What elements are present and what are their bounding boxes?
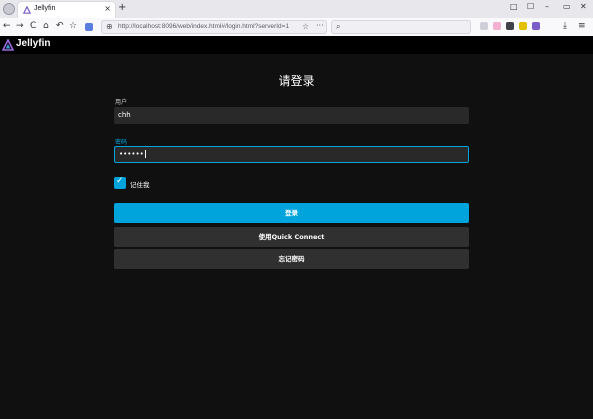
extension-icon[interactable] (85, 23, 93, 31)
extension-2-icon[interactable] (493, 22, 501, 30)
tab-strip: Jellyfin × + □ ☐ – ▭ ✕ (0, 0, 593, 18)
close-window-button[interactable]: ✕ (580, 2, 587, 11)
back-button[interactable]: ← (3, 21, 11, 31)
jellyfin-app: Jellyfin 请登录 用户 chh 密码 •••••• ✓ 记住我 登录 使… (0, 36, 593, 419)
extension-5-icon[interactable] (532, 22, 540, 30)
password-input[interactable]: •••••• (114, 146, 469, 163)
window-ctrl-sidebar-icon[interactable]: ☐ (527, 2, 534, 11)
new-tab-button[interactable]: + (118, 3, 126, 13)
extension-1-icon[interactable] (480, 22, 488, 30)
home-button[interactable]: ⌂ (43, 21, 49, 31)
navigation-bar: ← → C ⌂ ↶ ☆ ⊕ http://localhost:8096/web/… (0, 18, 593, 36)
jellyfin-favicon-icon (23, 6, 31, 14)
extension-4-icon[interactable] (519, 22, 527, 30)
downloads-icon[interactable]: ⤓ (563, 21, 567, 31)
text-caret (144, 150, 146, 158)
tab-jellyfin[interactable]: Jellyfin × (18, 2, 115, 18)
minimize-button[interactable]: – (545, 2, 549, 11)
password-value: •••••• (119, 150, 144, 158)
remember-me-label[interactable]: 记住我 (130, 179, 150, 189)
maximize-button[interactable]: ▭ (563, 2, 571, 11)
sign-in-button[interactable]: 登录 (114, 203, 469, 223)
tab-title: Jellyfin (34, 5, 56, 12)
browser-chrome: Jellyfin × + □ ☐ – ▭ ✕ ← → C ⌂ ↶ ☆ ⊕ htt… (0, 0, 593, 36)
bookmark-star-icon[interactable]: ☆ (302, 22, 309, 31)
search-bar[interactable]: ⌕ (331, 20, 471, 34)
url-text: http://localhost:8096/web/index.html#/lo… (118, 23, 290, 30)
undo-close-icon[interactable]: ↶ (56, 21, 64, 31)
browser-menu-icon[interactable] (3, 3, 15, 15)
remember-me-checkbox[interactable]: ✓ (114, 176, 126, 189)
app-header: Jellyfin (0, 36, 593, 54)
extension-3-icon[interactable] (506, 22, 514, 30)
username-value: chh (118, 111, 131, 119)
quick-connect-button[interactable]: 使用Quick Connect (114, 227, 469, 247)
brand-name: Jellyfin (16, 38, 51, 49)
site-info-icon[interactable]: ⊕ (106, 22, 113, 31)
window-ctrl-pip-icon[interactable]: □ (510, 2, 518, 11)
reload-button[interactable]: C (30, 21, 36, 31)
app-menu-icon[interactable]: ≡ (578, 21, 586, 31)
checkmark-icon: ✓ (116, 176, 124, 186)
address-bar[interactable]: ⊕ http://localhost:8096/web/index.html#/… (101, 20, 327, 34)
username-input[interactable]: chh (114, 107, 469, 124)
tab-close-icon[interactable]: × (104, 4, 111, 13)
password-label: 密码 (115, 139, 128, 146)
forgot-password-button[interactable]: 忘记密码 (114, 249, 469, 269)
bookmarks-icon[interactable]: ☆ (69, 21, 77, 31)
username-label: 用户 (115, 99, 128, 106)
search-icon: ⌕ (336, 22, 341, 31)
jellyfin-logo-icon (2, 39, 14, 51)
forward-button[interactable]: → (16, 21, 24, 31)
page-actions-icon[interactable]: ··· (316, 21, 324, 30)
page-title: 请登录 (278, 74, 315, 88)
